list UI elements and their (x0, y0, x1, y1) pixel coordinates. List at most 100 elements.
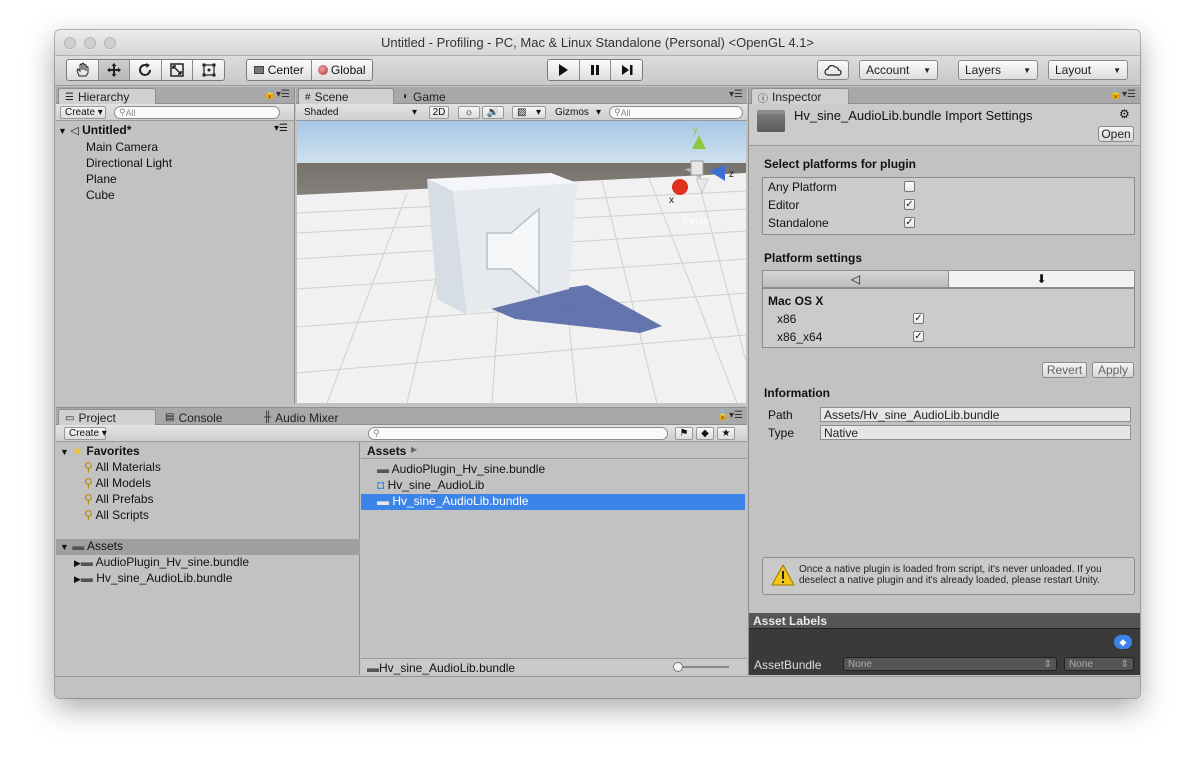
file-item[interactable]: ▬ AudioPlugin_Hv_sine.bundle (377, 462, 545, 476)
pause-button[interactable] (580, 60, 612, 80)
warning-text: Once a native plugin is loaded from scri… (799, 564, 1102, 586)
any-platform-checkbox[interactable] (904, 181, 915, 192)
pivot-center-toggle[interactable]: Center (247, 60, 312, 80)
cloud-button[interactable] (817, 60, 849, 80)
hierarchy-search-input[interactable]: ⚲ All (114, 106, 280, 119)
tab-editor-platform[interactable]: ◁ (763, 271, 949, 287)
favorite-search-button[interactable]: ★ (717, 427, 735, 440)
os-title: Mac OS X (768, 294, 824, 308)
tab-inspector-label: Inspector (772, 90, 822, 104)
file-item[interactable]: ◘ Hv_sine_AudioLib (377, 478, 484, 492)
cloud-icon (824, 65, 842, 76)
favorites-header[interactable]: ▼ ★ Favorites (60, 444, 140, 458)
search-by-label-button[interactable]: ◆ (696, 427, 714, 440)
label-tag-button[interactable]: ◆ (1114, 635, 1132, 649)
folder-icon: ▬ (80, 571, 93, 585)
project-search-input[interactable]: ⚲ (368, 427, 668, 440)
layers-dropdown[interactable]: Layers ▼ (958, 60, 1038, 80)
panel-menu-icon[interactable]: 🔒▾☰ (717, 410, 743, 421)
information-title: Information (764, 386, 830, 400)
inspector-panel: ⓘ Inspector 🔒▾☰ Hv_sine_AudioLib.bundle I… (748, 87, 1140, 675)
editor-checkbox[interactable]: ✓ (904, 199, 915, 210)
tab-audio-mixer[interactable]: ╫ Audio Mixer (257, 409, 355, 425)
expand-triangle-icon: ▶ (74, 574, 81, 584)
scale-tool-button[interactable] (162, 60, 194, 80)
hierarchy-create-dropdown[interactable]: Create ▾ (60, 106, 106, 119)
open-button[interactable]: Open (1098, 126, 1134, 142)
footer-path: ▬Hv_sine_AudioLib.bundle (367, 661, 515, 675)
assetbundle-dropdown[interactable]: None ⇕ (843, 657, 1057, 671)
hierarchy-item[interactable]: Directional Light (86, 156, 172, 170)
type-field: Native (820, 425, 1131, 440)
variant-dropdown[interactable]: None ⇕ (1064, 657, 1134, 671)
shading-mode-label: Shaded (304, 107, 339, 118)
panel-menu-icon[interactable]: 🔒▾☰ (264, 89, 290, 100)
slider-thumb[interactable] (673, 662, 683, 672)
x86-checkbox[interactable]: ✓ (913, 313, 924, 324)
tab-console[interactable]: ▤ Console (158, 409, 256, 425)
thumbnail-size-slider[interactable] (677, 666, 729, 668)
asset-folder-item[interactable]: ▶▬ AudioPlugin_Hv_sine.bundle (74, 555, 249, 569)
hand-tool-button[interactable] (67, 60, 99, 80)
axis-x-label: x (669, 195, 674, 206)
lighting-toggle[interactable]: ☼ (458, 106, 480, 119)
hierarchy-item[interactable]: Cube (86, 188, 115, 202)
panel-menu-icon[interactable]: ▾☰ (729, 89, 743, 100)
favorite-item[interactable]: ⚲ All Models (84, 476, 151, 490)
standalone-checkbox[interactable]: ✓ (904, 217, 915, 228)
hierarchy-item[interactable]: Plane (86, 172, 117, 186)
dropdown-arrow-icon: ▼ (923, 65, 931, 75)
speaker-icon: 🔊 (486, 107, 500, 118)
scene-root-item[interactable]: ▼ ◁ Untitled* ▾☰ (58, 123, 294, 139)
rotate-tool-button[interactable] (130, 60, 162, 80)
favorite-item[interactable]: ⚲ All Prefabs (84, 492, 154, 506)
revert-button[interactable]: Revert (1042, 362, 1087, 378)
shading-mode-dropdown[interactable]: Shaded ▾ (300, 106, 421, 119)
2d-toggle[interactable]: 2D (429, 106, 449, 119)
breadcrumb-assets[interactable]: Assets (367, 444, 406, 458)
assets-folder-item[interactable]: ▼ ▬ Assets (56, 539, 360, 555)
tab-inspector[interactable]: ⓘ Inspector (751, 88, 849, 105)
asset-folder-item[interactable]: ▶▬ Hv_sine_AudioLib.bundle (74, 571, 232, 585)
globe-icon (317, 65, 328, 75)
tab-standalone-platform[interactable]: ⬇ (949, 271, 1134, 287)
tab-game[interactable]: ◐ Game (396, 88, 492, 104)
tab-project[interactable]: ▭ Project (58, 409, 156, 426)
step-icon (621, 65, 633, 75)
tab-scene[interactable]: # Scene (298, 88, 394, 105)
step-button[interactable] (611, 60, 642, 80)
favorite-item[interactable]: ⚲ All Materials (84, 460, 161, 474)
pivot-space-toggle[interactable]: Global (312, 60, 372, 80)
scene-menu-icon[interactable]: ▾☰ (274, 123, 288, 134)
hierarchy-item[interactable]: Main Camera (86, 140, 158, 154)
gizmos-label: Gizmos (555, 107, 589, 118)
image-icon: ▨ (517, 107, 527, 118)
apply-button[interactable]: Apply (1092, 362, 1134, 378)
audio-toggle[interactable]: 🔊 (482, 106, 504, 119)
project-create-dropdown[interactable]: Create ▾ (64, 427, 107, 440)
effects-dropdown[interactable]: ▨ ▾ (512, 106, 546, 119)
tag-icon: ◆ (701, 428, 709, 439)
hierarchy-tabbar: ☰ Hierarchy 🔒▾☰ (56, 87, 294, 105)
search-by-type-button[interactable]: ⚑ (675, 427, 693, 440)
settings-gear-icon[interactable]: ⚙ (1119, 107, 1130, 121)
inspector-tabbar: ⓘ Inspector 🔒▾☰ (749, 87, 1140, 105)
gizmos-dropdown[interactable]: Gizmos ▾ (551, 106, 605, 119)
account-dropdown[interactable]: Account ▼ (859, 60, 938, 80)
file-item-selected[interactable]: ▬ Hv_sine_AudioLib.bundle (361, 494, 745, 510)
favorite-item[interactable]: ⚲ All Scripts (84, 508, 149, 522)
layout-dropdown[interactable]: Layout ▼ (1048, 60, 1128, 80)
scene-viewport[interactable]: Persp y z x (297, 121, 746, 403)
scene-panel: # Scene ◐ Game ▾☰ Shaded ▾ 2D ☼ 🔊 ▨ ▾ Gizmos… (296, 87, 747, 404)
favorites-label: Favorites (86, 444, 140, 458)
tab-hierarchy[interactable]: ☰ Hierarchy (58, 88, 156, 105)
scene-search-input[interactable]: ⚲ All (609, 106, 743, 119)
rect-tool-button[interactable] (193, 60, 224, 80)
persp-label: Persp (683, 216, 710, 227)
move-tool-button[interactable] (98, 60, 131, 80)
x86-x64-checkbox[interactable]: ✓ (913, 331, 924, 342)
platform-label: Any Platform (768, 180, 837, 194)
panel-menu-icon[interactable]: 🔒▾☰ (1110, 89, 1136, 100)
search-icon: ⚲ (119, 107, 126, 117)
play-button[interactable] (548, 60, 580, 80)
